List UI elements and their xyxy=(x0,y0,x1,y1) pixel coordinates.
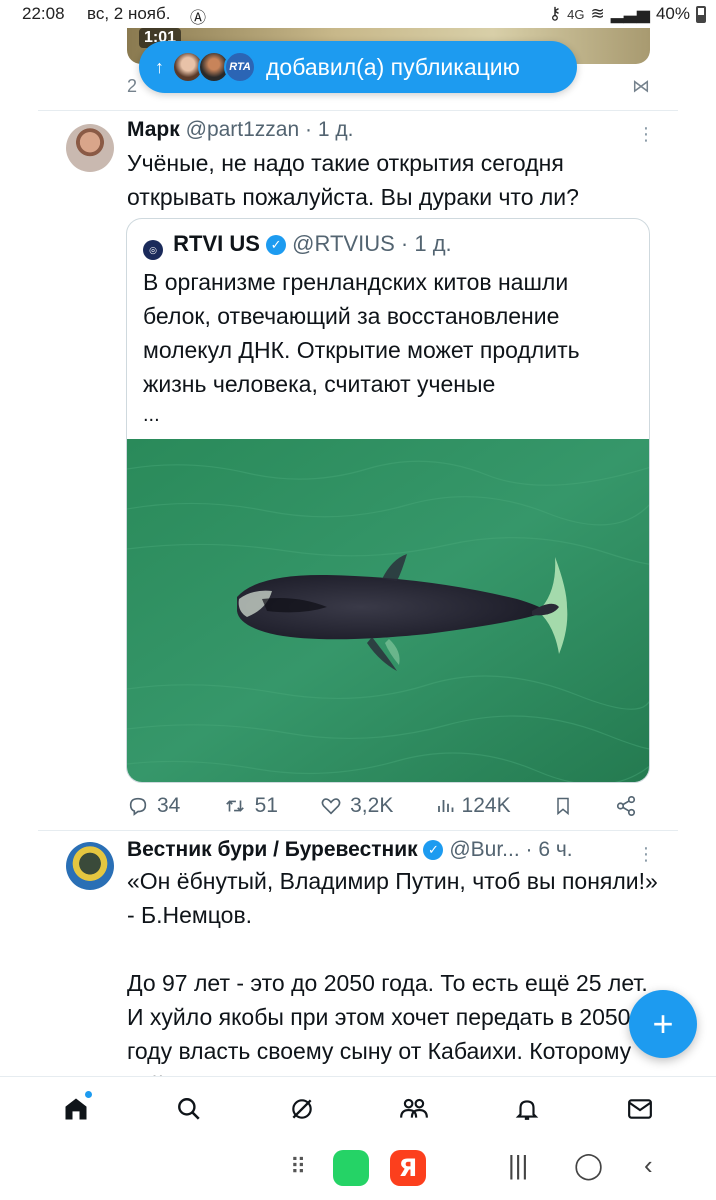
views-count: 124K xyxy=(461,794,511,817)
tweet-text: «Он ёбнутый, Владимир Путин, чтоб вы пон… xyxy=(127,868,658,1076)
compose-button[interactable]: + xyxy=(629,990,697,1058)
key-icon: ⚷ xyxy=(548,4,562,23)
rtvi-logo-icon: ◎ xyxy=(143,240,163,260)
like-count: 3,2K xyxy=(350,794,394,817)
nav-grok[interactable] xyxy=(272,1081,332,1137)
quote-header: ◎ RTVI US ✓ @RTVIUS · 1 д. xyxy=(143,231,452,260)
author-name[interactable]: Вестник бури / Буревестник xyxy=(127,838,418,861)
tweet-age[interactable]: 1 д. xyxy=(318,118,354,141)
quote-text: В организме гренландских китов нашли бел… xyxy=(143,269,580,397)
home-icon xyxy=(65,1098,87,1119)
quote-author-name: RTVI US xyxy=(173,231,260,256)
wifi-icon: ≋ xyxy=(590,4,605,23)
reply-count: 34 xyxy=(157,794,181,817)
apps-grid-icon[interactable]: ⠿ xyxy=(290,1154,306,1180)
bookmark-button[interactable] xyxy=(553,795,573,817)
bottom-navigation xyxy=(0,1076,716,1140)
nav-messages[interactable] xyxy=(610,1081,670,1137)
avatar[interactable] xyxy=(66,842,114,890)
quote-author-handle: @RTVIUS xyxy=(292,231,395,256)
more-options-icon[interactable]: ⋮ xyxy=(637,124,655,145)
verified-badge-icon: ✓ xyxy=(266,235,287,255)
divider xyxy=(38,110,678,111)
tweet-header: Вестник бури / Буревестник ✓ @Bur... · 6… xyxy=(127,838,573,862)
like-button[interactable]: 3,2K xyxy=(320,794,393,818)
quote-age: 1 д. xyxy=(414,231,452,256)
home-system-icon[interactable]: ◯ xyxy=(574,1150,603,1181)
reply-icon xyxy=(129,797,147,816)
author-handle[interactable]: @part1zzan xyxy=(186,118,300,141)
whale-photo[interactable] xyxy=(127,439,650,783)
status-time: 22:08 xyxy=(22,4,65,23)
views-button[interactable]: 124K xyxy=(436,794,511,818)
separator-dot: · xyxy=(525,838,539,861)
retweet-count: 51 xyxy=(254,794,278,817)
yandex-icon[interactable]: Я xyxy=(390,1150,426,1186)
retweet-icon xyxy=(225,800,244,812)
quote-more: ... xyxy=(143,404,160,426)
new-posts-avatars: RTA xyxy=(172,51,256,83)
tweet-header: Марк @part1zzan · 1 д. xyxy=(127,118,353,142)
nav-home[interactable] xyxy=(46,1081,106,1137)
author-name[interactable]: Марк xyxy=(127,118,180,141)
tweet-text: Учёные, не надо такие открытия сегодня о… xyxy=(127,150,579,210)
search-icon xyxy=(178,1097,200,1120)
tweet-actions: 34 51 3,2K 124K xyxy=(127,794,637,818)
notification-dot xyxy=(85,1090,93,1098)
views-icon xyxy=(437,800,453,812)
nav-search[interactable] xyxy=(159,1081,219,1137)
separator-dot: · xyxy=(400,231,415,256)
new-posts-label: добавил(а) публикацию xyxy=(266,53,520,80)
nav-notifications[interactable] xyxy=(497,1081,557,1137)
verified-badge-icon: ✓ xyxy=(423,840,444,860)
arrow-up-icon: ↑ xyxy=(155,56,164,77)
prev-share-icon[interactable]: ⋈ xyxy=(632,76,650,100)
prev-reply-count[interactable]: 2 xyxy=(127,76,137,100)
reply-button[interactable]: 34 xyxy=(127,794,180,818)
mail-icon xyxy=(627,1098,652,1119)
nav-communities[interactable] xyxy=(384,1081,444,1137)
whatsapp-icon[interactable] xyxy=(333,1150,369,1186)
retweet-button[interactable]: 51 xyxy=(223,794,278,818)
quoted-tweet[interactable]: ◎ RTVI US ✓ @RTVIUS · 1 д. В организме г… xyxy=(126,218,650,783)
battery-icon xyxy=(696,5,706,23)
heart-icon xyxy=(321,798,341,815)
signal-icon: ▂▃▅ xyxy=(610,4,650,23)
grok-icon xyxy=(291,1098,312,1119)
network-label: 4G xyxy=(567,6,585,22)
bell-icon xyxy=(515,1099,539,1120)
status-right: ⚷ 4G ≋ ▂▃▅ 40% xyxy=(549,4,706,24)
anarchy-icon: Ⓐ xyxy=(190,10,207,27)
separator-dot: · xyxy=(305,118,318,141)
back-icon[interactable]: ‹ xyxy=(644,1150,653,1181)
communities-icon xyxy=(400,1098,429,1118)
more-options-icon[interactable]: ⋮ xyxy=(637,844,655,865)
status-date: вс, 2 нояб. xyxy=(87,4,171,23)
avatar: RTA xyxy=(224,51,256,83)
battery-label: 40% xyxy=(655,4,690,23)
share-icon xyxy=(616,796,636,816)
share-button[interactable] xyxy=(615,795,637,817)
status-bar: 22:08 вс, 2 нояб. Ⓐ ⚷ 4G ≋ ▂▃▅ 40% xyxy=(0,0,716,30)
bookmark-icon xyxy=(557,797,569,816)
tweet-age[interactable]: 6 ч. xyxy=(538,838,572,861)
system-navigation: ⠿ Я ||| ◯ ‹ xyxy=(0,1140,716,1200)
avatar[interactable] xyxy=(66,124,114,172)
recents-icon[interactable]: ||| xyxy=(508,1150,528,1181)
divider xyxy=(38,830,678,831)
new-posts-button[interactable]: ↑ RTA добавил(а) публикацию xyxy=(139,41,577,93)
author-handle[interactable]: @Bur... xyxy=(449,838,519,861)
